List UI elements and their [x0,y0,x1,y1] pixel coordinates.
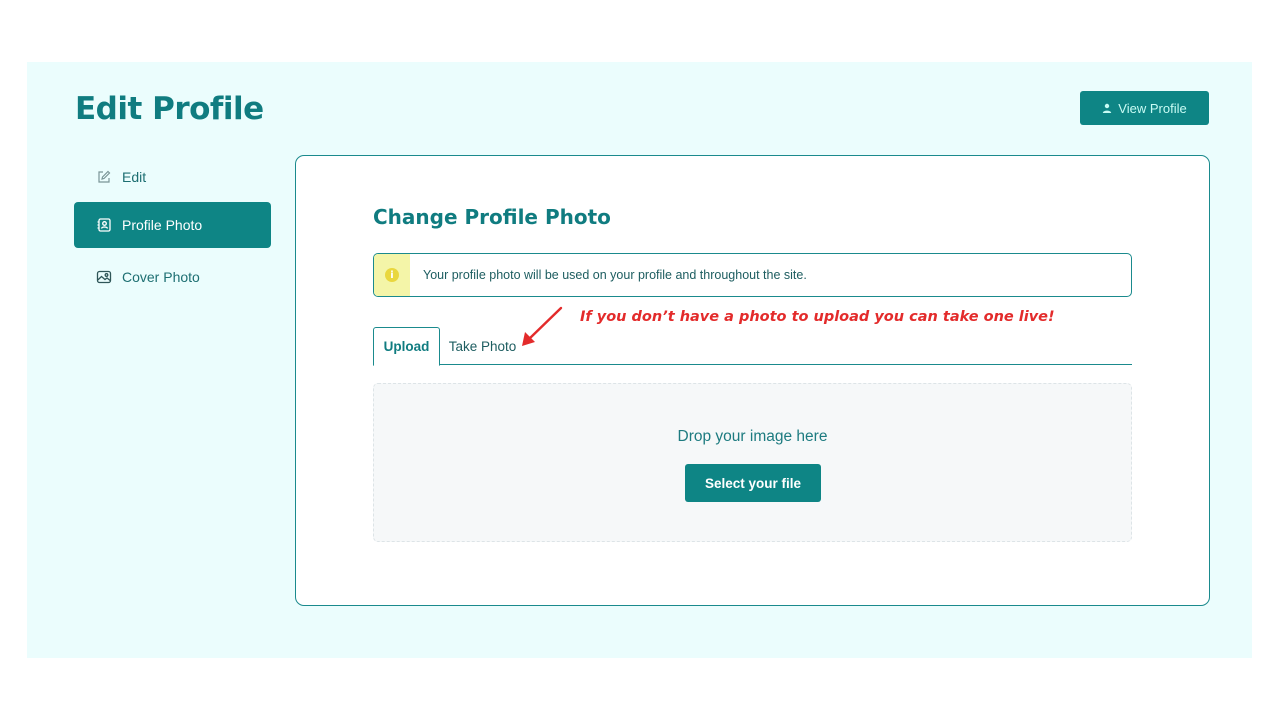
tab-upload[interactable]: Upload [373,327,440,366]
notice-bar: i [374,254,410,296]
tab-bar: Upload Take Photo [373,327,1132,366]
sidebar-item-profile-photo[interactable]: Profile Photo [74,202,271,248]
pencil-square-icon [98,170,111,183]
sidebar-item-edit[interactable]: Edit [74,154,271,200]
user-icon [1103,103,1112,113]
view-profile-label: View Profile [1118,100,1187,116]
notice-text: Your profile photo will be used on your … [423,268,807,282]
sidebar-item-label: Edit [122,169,147,185]
section-title: Change Profile Photo [373,205,611,229]
select-file-button[interactable]: Select your file [685,464,821,502]
tab-take-photo[interactable]: Take Photo [440,327,525,365]
dropzone-text: Drop your image here [677,428,828,445]
sidebar-item-label: Profile Photo [122,217,203,233]
contact-card-icon [97,218,111,232]
sidebar-item-cover-photo[interactable]: Cover Photo [74,254,271,300]
sidebar-item-label: Cover Photo [122,269,200,285]
annotation-text: If you don’t have a photo to upload you … [580,309,1055,325]
info-icon: i [385,268,399,282]
view-profile-button[interactable]: View Profile [1080,91,1209,125]
page-title: Edit Profile [75,91,264,127]
info-notice: i Your profile photo will be used on you… [373,253,1132,297]
image-dropzone[interactable]: Drop your image here Select your file [373,383,1132,542]
image-icon [96,270,112,284]
